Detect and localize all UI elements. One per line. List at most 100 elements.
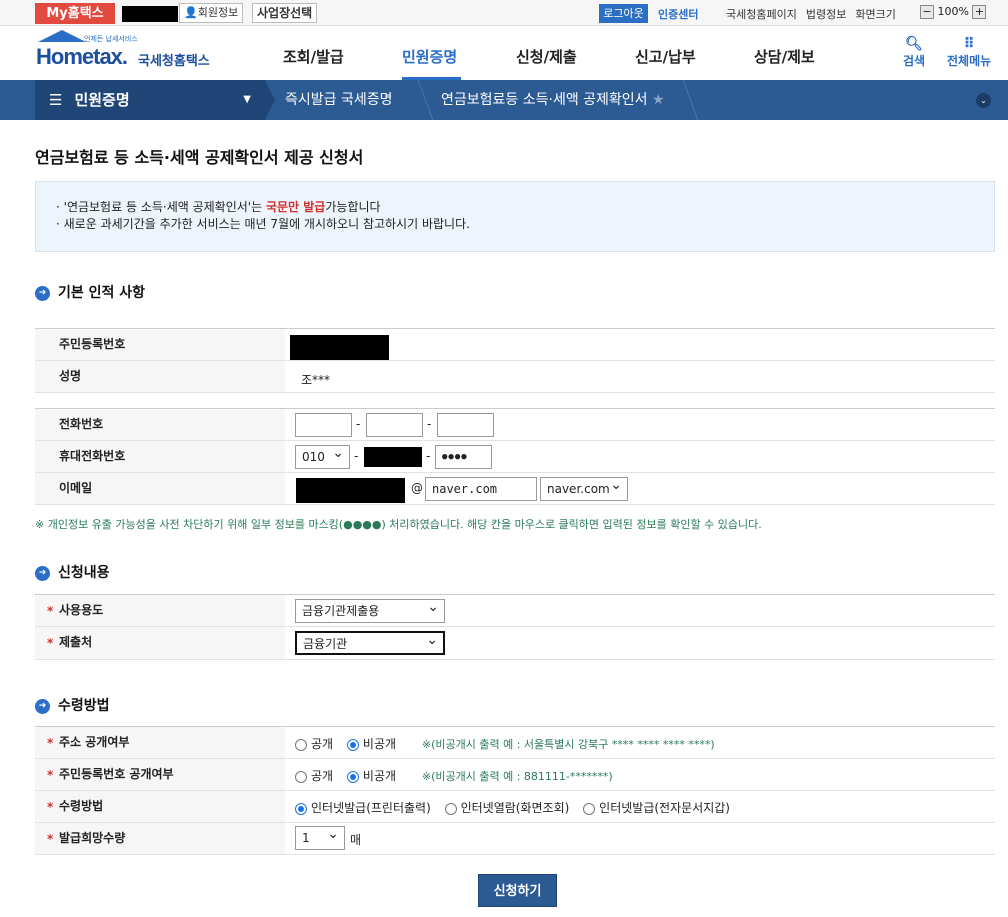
chevron-down-icon[interactable]: ⌄ [976,93,991,108]
submit-to-row: 제출처 금융기관 [35,627,995,660]
rrn-open-label: 주민등록번호 공개여부 [35,759,285,791]
submit-button[interactable]: 신청하기 [478,874,557,907]
radio-wallet[interactable] [583,802,596,815]
masked-mobile-middle[interactable] [364,447,422,467]
cert-center-link[interactable]: 인증센터 [658,6,698,22]
masking-notice: ※ 개인정보 유출 가능성을 사전 차단하기 위해 일부 정보를 마스킹(●●●… [35,518,762,531]
purpose-row: 사용용도 금융기관제출용 [35,595,995,627]
phone-label: 전화번호 [35,409,285,440]
hamburger-icon: ☰ [49,91,63,109]
rrn-hint: ※(비공개시 출력 예 : 881111-*******) [421,770,613,783]
top-links: 국세청홈페이지 법령정보 화면크기 [726,6,905,22]
logout-button[interactable]: 로그아웃 [599,4,648,23]
hometax-logo[interactable]: 언제든 납세서비스 Hometax. 국세청홈택스 [34,30,224,74]
mobile-label: 휴대전화번호 [35,441,285,472]
radio-closed[interactable] [346,738,359,751]
purpose-select[interactable]: 금융기관제출용 [295,596,445,623]
search-button[interactable]: 🔍︎ 검색 [903,36,925,69]
mobile-last-field[interactable]: ●●●● [435,445,492,469]
radio-closed[interactable] [346,770,359,783]
phone-row: 전화번호 - - [35,409,995,441]
all-menu-button[interactable]: ⠿ 전체메뉴 [947,36,991,69]
gnb-item-apply[interactable]: 신청/제출 [516,46,577,67]
gnb-item-civil-cert[interactable]: 민원증명 [402,46,457,67]
my-hometax-button[interactable]: My홈택스 [35,3,115,24]
logo-subtitle: 언제든 납세서비스 [84,35,138,43]
name-label: 성명 [35,361,285,392]
qty-select[interactable]: 1 [295,823,345,850]
member-info-button[interactable]: 👤회원정보 [179,3,244,23]
method-radios: 인터넷발급(프린터출력) 인터넷열람(화면조회) 인터넷발급(전자문서지갑) [295,799,740,816]
zoom-in-button[interactable]: + [972,5,987,19]
radio-open[interactable] [295,738,307,751]
nts-homepage-link[interactable]: 국세청홈페이지 [726,8,797,21]
submit-to-label: 제출처 [35,627,285,659]
business-select-button[interactable]: 사업장선택 [252,3,318,23]
email-domain-field[interactable]: naver.com [425,477,537,501]
addr-open-option[interactable]: 공개 [295,737,333,751]
radio-view[interactable] [444,802,457,815]
star-icon[interactable]: ★ [652,92,665,108]
rrn-label: 주민등록번호 [35,329,285,360]
mobile-prefix-select[interactable]: 010 [295,442,350,469]
info-line-1: · '연금보험료 등 소득·세액 공제확인서'는 국문만 발급가능합니다 [56,200,381,214]
email-label: 이메일 [35,473,285,504]
section-basic-info: ➜ 기본 인적 사항 [35,282,145,302]
radio-open[interactable] [295,770,307,783]
site-header: 언제든 납세서비스 Hometax. 국세청홈택스 조회/발급 민원증명 신청/… [0,26,1008,80]
addr-hint: ※(비공개시 출력 예 : 서울특별시 강북구 **** **** **** *… [421,738,715,751]
purpose-label: 사용용도 [35,595,285,627]
category-label: 민원증명 [74,91,130,109]
section-apply: ➜ 신청내용 [35,562,110,582]
zoom-control: − 100% + [920,5,987,19]
contact-table: 전화번호 - - 휴대전화번호 010 - - ●●●● 이메일 @ naver… [35,408,995,505]
member-info-label: 회원정보 [197,6,239,19]
section-receive: ➜ 수령방법 [35,695,110,715]
breadcrumb-item-current[interactable]: 연금보험료등 소득·세액 공제확인서 ★ [441,80,665,120]
gnb-item-report[interactable]: 신고/납부 [635,46,696,67]
masked-rrn [290,335,389,360]
breadcrumb-divider [682,80,699,120]
email-domain-select[interactable]: naver.com [540,474,628,501]
arrow-right-icon: ➜ [35,285,50,301]
qty-label: 발급희망수량 [35,823,285,855]
gnb-item-inquiry[interactable]: 조회/발급 [283,46,344,67]
info-box: · '연금보험료 등 소득·세액 공제확인서'는 국문만 발급가능합니다 · 새… [35,181,995,252]
method-option-wallet[interactable]: 인터넷발급(전자문서지갑) [583,801,730,815]
qty-unit: 매 [350,833,362,847]
rrn-closed-option[interactable]: 비공개 [346,769,396,783]
category-dropdown[interactable]: ☰ 민원증명 ▼ [35,80,265,120]
email-row: 이메일 @ naver.com naver.com [35,473,995,505]
phone-field-2[interactable] [366,413,423,437]
submit-to-select[interactable]: 금융기관 [295,629,445,655]
addr-open-row: 주소 공개여부 공개 비공개 ※(비공개시 출력 예 : 서울특별시 강북구 *… [35,727,995,759]
search-icon: 🔍︎ [905,36,923,52]
logo-korean-text: 국세청홈택스 [138,54,210,69]
rrn-open-option[interactable]: 공개 [295,769,333,783]
masked-email-id[interactable] [296,478,405,503]
zoom-out-button[interactable]: − [920,5,934,19]
phone-field-3[interactable] [437,413,494,437]
radio-print[interactable] [295,802,307,815]
phone-field-1[interactable] [295,413,352,437]
rrn-open-row: 주민등록번호 공개여부 공개 비공개 ※(비공개시 출력 예 : 881111-… [35,759,995,791]
method-option-view[interactable]: 인터넷열람(화면조회) [444,801,569,815]
caret-down-icon: ▼ [243,94,251,105]
logo-home-text: Hometax. [36,44,128,69]
roof-icon [38,30,86,42]
gnb-item-consult[interactable]: 상담/제보 [754,46,815,67]
breadcrumb-bar: ☰ 민원증명 ▼ 즉시발급 국세증명 연금보험료등 소득·세액 공제확인서 ★ [0,80,1008,120]
rrn-row: 주민등록번호 [35,329,995,361]
method-option-print[interactable]: 인터넷발급(프린터출력) [295,801,431,815]
qty-row: 발급희망수량 1 매 [35,823,995,855]
arrow-right-icon: ➜ [35,565,50,581]
screen-size-label: 화면크기 [855,8,896,21]
law-info-link[interactable]: 법령정보 [806,8,846,21]
top-utility-bar: My홈택스 👤회원정보 사업장선택 로그아웃 인증센터 국세청홈페이지 법령정보 화… [0,0,1008,26]
mobile-row: 휴대전화번호 010 - - ●●●● [35,441,995,473]
apply-table: 사용용도 금융기관제출용 제출처 금융기관 [35,594,995,660]
breadcrumb-item-instant-cert[interactable]: 즉시발급 국세증명 [285,80,393,120]
addr-closed-option[interactable]: 비공개 [346,737,396,751]
grid-icon: ⠿ [963,36,975,52]
info-line-2: · 새로운 과세기간을 추가한 서비스는 매년 7월에 개시하오니 참고하시기 … [56,217,470,231]
